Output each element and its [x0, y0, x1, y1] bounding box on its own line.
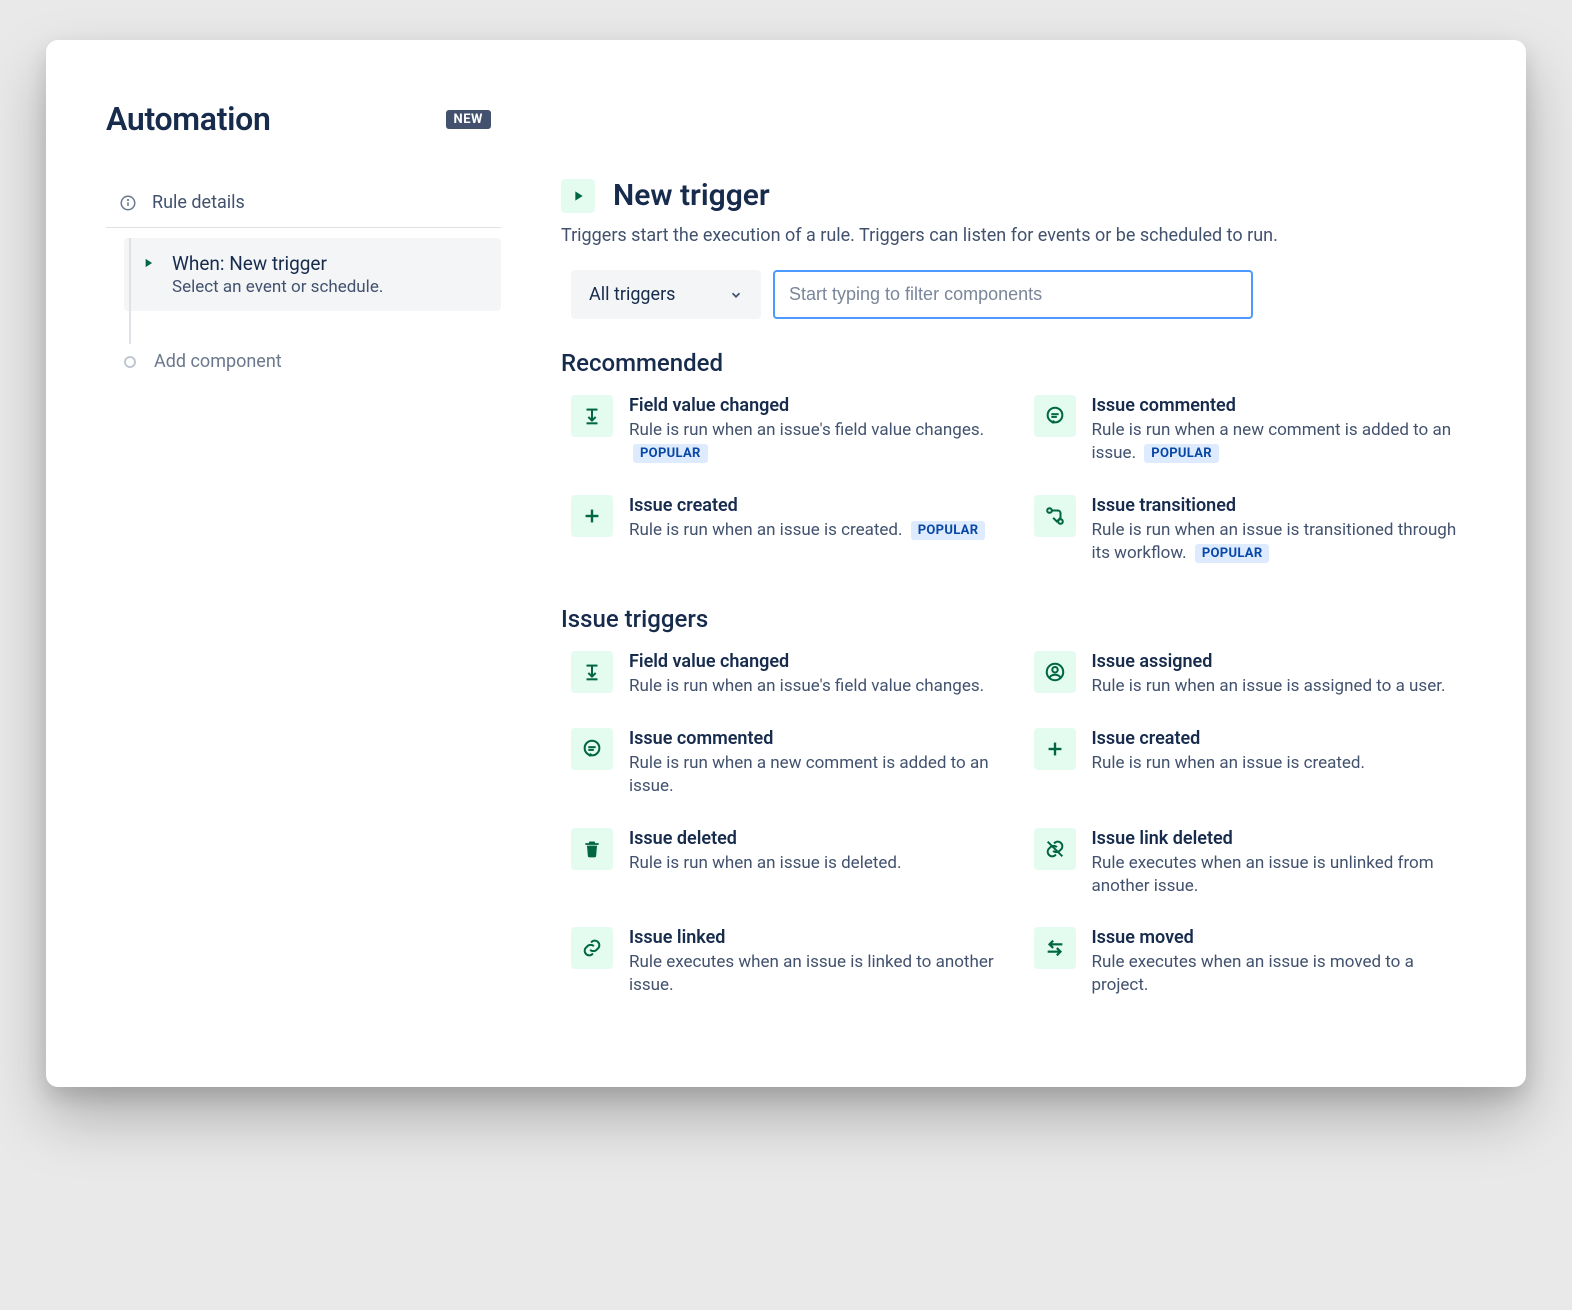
new-badge: NEW — [446, 110, 491, 129]
trigger-title: Issue link deleted — [1092, 828, 1467, 849]
trigger-title: Issue deleted — [629, 828, 902, 849]
sidebar-add-component[interactable]: Add component — [124, 311, 501, 372]
page-title: Automation — [106, 100, 271, 138]
trigger-desc: Rule is run when an issue is assigned to… — [1092, 675, 1446, 698]
trigger-desc: Rule is run when an issue's field value … — [629, 419, 1004, 465]
trigger-desc: Rule is run when a new comment is added … — [629, 752, 1004, 798]
section-title: Issue triggers — [561, 605, 1466, 633]
popular-badge: POPULAR — [1195, 544, 1270, 564]
trigger-tile[interactable]: Issue commented Rule is run when a new co… — [571, 728, 1004, 798]
play-icon — [561, 179, 595, 213]
link-icon — [571, 927, 613, 969]
trigger-desc: Rule is run when an issue's field value … — [629, 675, 984, 698]
trigger-title: Issue commented — [629, 728, 1004, 749]
trigger-title: Issue moved — [1092, 927, 1467, 948]
plus-icon — [571, 495, 613, 537]
comment-icon — [1034, 395, 1076, 437]
assigned-icon — [1034, 651, 1076, 693]
moved-icon — [1034, 927, 1076, 969]
trigger-tile[interactable]: Field value changed Rule is run when an i… — [571, 395, 1004, 465]
popular-badge: POPULAR — [911, 521, 986, 541]
trigger-desc: Rule executes when an issue is moved to … — [1092, 951, 1467, 997]
trigger-tile[interactable]: Issue created Rule is run when an issue i… — [571, 495, 1004, 565]
main-panel: New trigger Triggers start the execution… — [561, 178, 1466, 1037]
trigger-tile[interactable]: Issue assigned Rule is run when an issue … — [1034, 651, 1467, 698]
trigger-desc: Rule is run when an issue is deleted. — [629, 852, 902, 875]
sidebar-step-subtitle: Select an event or schedule. — [172, 277, 383, 297]
filter-components-input[interactable] — [773, 270, 1253, 319]
trigger-desc: Rule is run when an issue is created. — [1092, 752, 1366, 775]
plus-icon — [1034, 728, 1076, 770]
section-title: Recommended — [561, 349, 1466, 377]
sidebar: Rule details When: New trigger Select an… — [106, 178, 501, 1037]
field-change-icon — [571, 651, 613, 693]
sidebar-rule-details-label: Rule details — [152, 192, 245, 213]
trigger-desc: Rule executes when an issue is unlinked … — [1092, 852, 1467, 898]
trigger-tile[interactable]: Issue link deleted Rule executes when an … — [1034, 828, 1467, 898]
trigger-title: Issue linked — [629, 927, 1004, 948]
trigger-tile[interactable]: Field value changed Rule is run when an i… — [571, 651, 1004, 698]
comment-icon — [571, 728, 613, 770]
trigger-title: Field value changed — [629, 395, 1004, 416]
timeline-dot-icon — [124, 356, 136, 368]
sidebar-rule-details[interactable]: Rule details — [106, 178, 501, 228]
trigger-tile[interactable]: Issue transitioned Rule is run when an is… — [1034, 495, 1467, 565]
main-subtitle: Triggers start the execution of a rule. … — [561, 225, 1466, 246]
trigger-tile[interactable]: Issue created Rule is run when an issue i… — [1034, 728, 1467, 798]
trigger-desc: Rule is run when a new comment is added … — [1092, 419, 1467, 465]
trigger-desc: Rule executes when an issue is linked to… — [629, 951, 1004, 997]
trigger-desc: Rule is run when an issue is created. PO… — [629, 519, 985, 542]
trigger-title: Issue created — [629, 495, 985, 516]
popular-badge: POPULAR — [633, 444, 708, 464]
trigger-tile[interactable]: Issue commented Rule is run when a new co… — [1034, 395, 1467, 465]
chevron-down-icon — [729, 288, 743, 302]
unlink-icon — [1034, 828, 1076, 870]
trigger-tile[interactable]: Issue deleted Rule is run when an issue i… — [571, 828, 1004, 898]
trigger-category-dropdown[interactable]: All triggers — [571, 270, 761, 319]
info-icon — [118, 194, 138, 212]
sidebar-step-title: When: New trigger — [172, 252, 383, 275]
sidebar-add-component-label: Add component — [154, 351, 282, 372]
trigger-title: Issue commented — [1092, 395, 1467, 416]
transition-icon — [1034, 495, 1076, 537]
trigger-title: Issue created — [1092, 728, 1366, 749]
trigger-title: Issue transitioned — [1092, 495, 1467, 516]
dropdown-label: All triggers — [589, 284, 675, 305]
sidebar-trigger-step[interactable]: When: New trigger Select an event or sch… — [124, 238, 501, 311]
trigger-desc: Rule is run when an issue is transitione… — [1092, 519, 1467, 565]
main-title: New trigger — [613, 178, 770, 213]
trigger-title: Field value changed — [629, 651, 984, 672]
trigger-title: Issue assigned — [1092, 651, 1446, 672]
trigger-tile[interactable]: Issue moved Rule executes when an issue i… — [1034, 927, 1467, 997]
trigger-tile[interactable]: Issue linked Rule executes when an issue … — [571, 927, 1004, 997]
trash-icon — [571, 828, 613, 870]
play-icon — [138, 256, 158, 270]
popular-badge: POPULAR — [1144, 444, 1219, 464]
field-change-icon — [571, 395, 613, 437]
